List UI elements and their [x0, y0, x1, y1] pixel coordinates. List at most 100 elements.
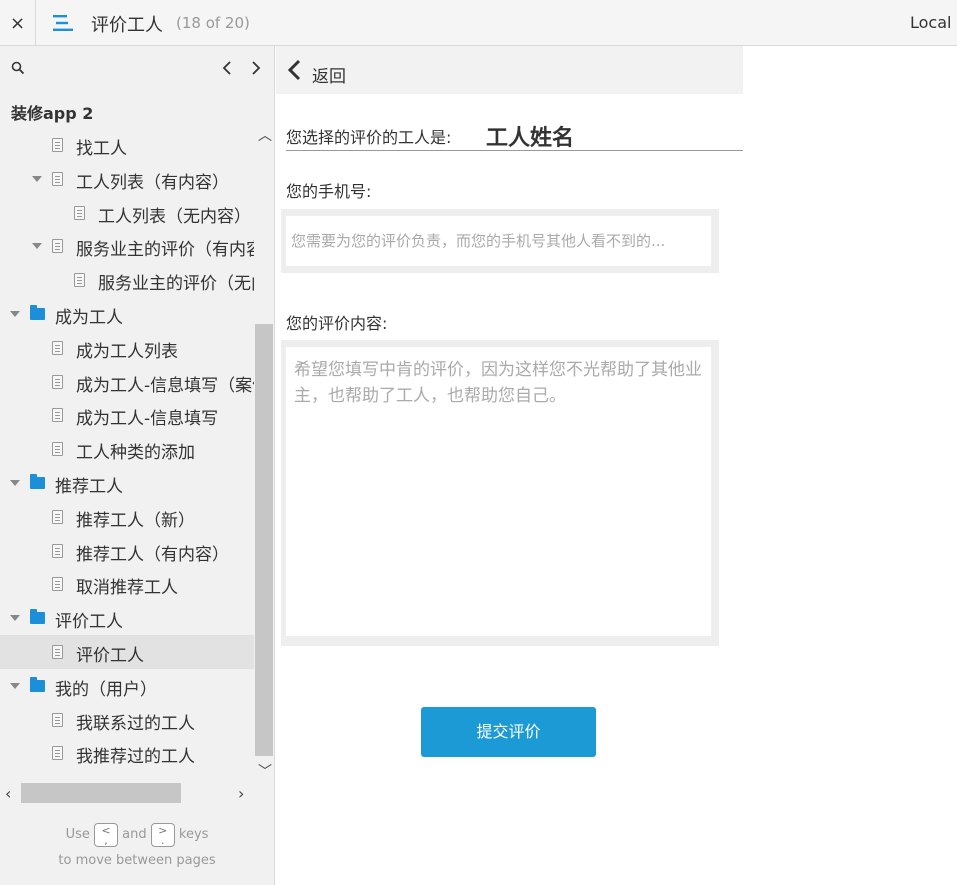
prev-key-icon: < , — [94, 822, 118, 847]
page-count: (18 of 20) — [176, 14, 250, 32]
page-icon — [52, 442, 63, 457]
expand-arrow-icon[interactable] — [32, 243, 42, 250]
tree-page[interactable]: 评价工人 — [0, 635, 254, 669]
tree-folder[interactable]: 推荐工人 — [0, 466, 254, 500]
vertical-scroll-thumb[interactable] — [255, 324, 273, 756]
phone-label: 您的手机号: — [286, 182, 372, 201]
review-textarea[interactable] — [286, 347, 711, 636]
submit-review-button[interactable]: 提交评价 — [421, 707, 596, 757]
page-icon — [52, 543, 63, 558]
page-icon — [74, 205, 85, 220]
page-icon — [52, 746, 63, 761]
worker-name: 工人姓名 — [486, 126, 575, 151]
page-title: 评价工人 — [91, 15, 163, 36]
local-label: Local F — [910, 13, 957, 32]
tree-item-label: 我推荐过的工人 — [76, 747, 195, 768]
page-icon — [52, 408, 63, 423]
tree-item-label: 工人列表（有内容） — [76, 172, 229, 193]
top-bar: × 评价工人 (18 of 20) Local F — [0, 0, 957, 46]
phone-field-frame — [281, 209, 719, 273]
tree-page[interactable]: 推荐工人（有内容） — [0, 534, 254, 568]
page-icon — [52, 509, 63, 524]
folder-icon — [30, 676, 45, 692]
tree-page[interactable]: 推荐工人（新） — [0, 500, 254, 534]
tree-item-label: 成为工人-信息填写（案例） — [76, 375, 254, 396]
selected-worker-row: 您选择的评价的工人是: 工人姓名 — [286, 120, 743, 151]
review-field-frame — [281, 340, 719, 646]
tree-page[interactable]: 成为工人-信息填写 — [0, 398, 254, 432]
close-button[interactable]: × — [0, 0, 36, 46]
hint-and: and — [122, 827, 147, 842]
page-tree: 找工人工人列表（有内容） 工人列表（无内容） 服务业主的评价（有内容） 服务业主的评价… — [0, 128, 254, 786]
scroll-right-icon[interactable]: › — [238, 784, 244, 803]
sidebar: 装修app 2 找工人工人列表（有内容） 工人列表（无内容） 服务业主的评价（有内容… — [0, 46, 275, 885]
page-icon — [52, 577, 63, 592]
back-chevron-icon[interactable] — [286, 58, 302, 82]
review-label: 您的评价内容: — [286, 314, 388, 333]
expand-arrow-icon[interactable] — [32, 175, 42, 182]
tree-item-label: 工人种类的添加 — [76, 443, 195, 464]
folder-icon — [30, 474, 45, 489]
tree-item-label: 推荐工人 — [55, 477, 123, 497]
tree-page[interactable]: 工人列表（无内容） — [0, 196, 254, 230]
phone-input[interactable] — [286, 216, 711, 266]
tree-item-label: 评价工人 — [76, 646, 144, 666]
sidebar-horizontal-scrollbar[interactable]: ‹ › — [0, 782, 254, 804]
tree-page[interactable]: 工人种类的添加 — [0, 432, 254, 466]
tree-item-label: 成为工人-信息填写 — [76, 409, 219, 430]
page-icon — [74, 273, 85, 288]
next-page-icon[interactable] — [247, 58, 265, 78]
tree-page[interactable]: 找工人 — [0, 128, 254, 162]
tree-folder[interactable]: 成为工人 — [0, 297, 254, 331]
tree-page[interactable]: 我联系过的工人 — [0, 703, 254, 737]
tree-page[interactable]: 成为工人-信息填写（案例） — [0, 365, 254, 399]
tree-item-label: 找工人 — [76, 139, 127, 159]
hint-line2: to move between pages — [58, 853, 216, 868]
expand-arrow-icon[interactable] — [10, 615, 20, 622]
tree-item-label: 成为工人列表 — [76, 341, 178, 362]
tree-folder[interactable]: 评价工人 — [0, 601, 254, 635]
page-icon — [52, 340, 63, 355]
next-key-icon: > . — [150, 822, 175, 847]
sidebar-vertical-scrollbar[interactable]: ︿ ﹀ — [254, 128, 274, 788]
back-bar: 返回 — [276, 46, 743, 94]
project-name: 装修app 2 — [11, 104, 94, 123]
scroll-down-icon[interactable]: ﹀ — [258, 765, 272, 779]
tree-page[interactable]: 取消推荐工人 — [0, 567, 254, 601]
tree-item-label: 工人列表（无内容） — [98, 206, 251, 227]
tree-item-label: 我联系过的工人 — [76, 713, 195, 734]
tree-page[interactable]: 工人列表（有内容） — [0, 162, 254, 196]
pages-menu-icon[interactable] — [52, 12, 74, 34]
page-icon — [52, 138, 63, 152]
keyboard-hint: Use < , and > . keys to move between pag… — [0, 822, 274, 874]
page-icon — [52, 645, 63, 659]
tree-item-label: 服务业主的评价（无内容） — [98, 274, 254, 295]
page-icon — [52, 374, 63, 389]
tree-folder[interactable]: 我的（用户） — [0, 669, 254, 703]
folder-icon — [30, 305, 45, 320]
tree-page[interactable]: 我推荐过的工人 — [0, 736, 254, 770]
page-icon — [52, 171, 63, 186]
expand-arrow-icon[interactable] — [10, 682, 20, 689]
tree-page[interactable]: 服务业主的评价（无内容） — [0, 263, 254, 297]
scroll-left-icon[interactable]: ‹ — [5, 784, 11, 803]
folder-icon — [30, 609, 45, 625]
horizontal-scroll-thumb[interactable] — [21, 783, 181, 803]
hint-keys: keys — [178, 827, 209, 842]
back-link[interactable]: 返回 — [312, 62, 346, 87]
expand-arrow-icon[interactable] — [10, 480, 20, 486]
tree-item-label: 推荐工人（有内容） — [76, 544, 229, 565]
tree-item-label: 服务业主的评价（有内容） — [76, 240, 254, 261]
prototype-canvas: 返回 您选择的评价的工人是: 工人姓名 您的手机号: 您的评价内容: 提交评价 — [276, 46, 743, 885]
tree-item-label: 推荐工人（新） — [76, 510, 195, 531]
previous-page-icon[interactable] — [218, 58, 236, 78]
expand-arrow-icon[interactable] — [10, 311, 20, 317]
scroll-up-icon[interactable]: ︿ — [258, 129, 272, 143]
tree-page[interactable]: 服务业主的评价（有内容） — [0, 229, 254, 263]
hint-use: Use — [65, 827, 90, 842]
search-icon[interactable] — [11, 61, 25, 75]
tree-item-label: 成为工人 — [55, 308, 123, 328]
tree-item-label: 取消推荐工人 — [76, 578, 178, 599]
tree-page[interactable]: 成为工人列表 — [0, 331, 254, 365]
tree-item-label: 评价工人 — [55, 612, 123, 633]
